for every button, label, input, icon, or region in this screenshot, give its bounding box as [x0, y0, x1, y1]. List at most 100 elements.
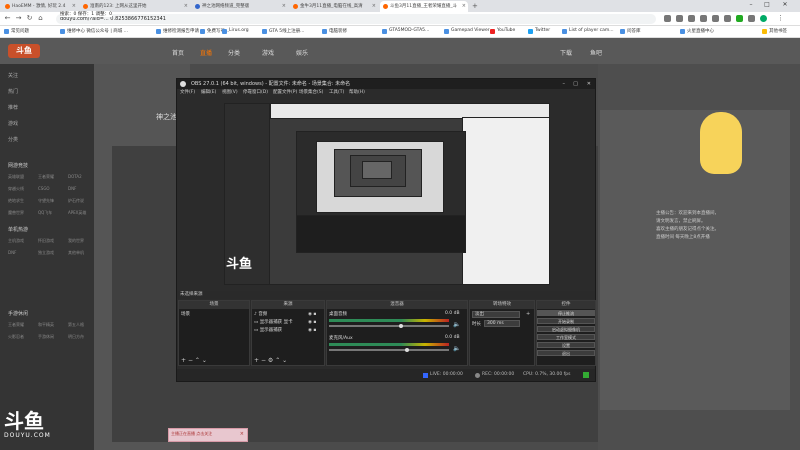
obs-maximize-icon[interactable]: □	[573, 79, 578, 89]
sidebar-item-recommend[interactable]: 推荐	[8, 104, 18, 111]
browser-tab[interactable]: 金牛3月11直播_电脑在线_高清 ×	[290, 1, 378, 12]
url-field[interactable]: douyu.com/?aid=... 0.8253866776152341	[56, 14, 656, 24]
bookmark-item[interactable]: Gamepad Viewer	[444, 28, 490, 34]
sidebar-category-link[interactable]: 火影忍者	[8, 334, 24, 340]
volume-slider[interactable]	[329, 325, 449, 327]
move-up-icon[interactable]: ⌃	[195, 357, 200, 364]
extension-icon[interactable]	[688, 15, 695, 22]
menu-view[interactable]: 视图(V)	[222, 89, 238, 97]
bookmark-item[interactable]: 其他书签	[762, 28, 787, 34]
sidebar-category-link[interactable]: 英雄联盟	[8, 174, 24, 180]
maximize-window-button[interactable]: □	[760, 1, 774, 11]
source-list-item[interactable]: ▭ 显示器捕获	[254, 327, 282, 333]
bookmark-item[interactable]: 维修中心 微信公众号 | 商城 ...	[60, 28, 128, 34]
source-list-item[interactable]: ▭ 显示器捕获 显卡	[254, 319, 293, 325]
menu-scene-collection[interactable]: 场景集合(S)	[299, 89, 323, 97]
bookmark-item[interactable]: Lirus.org	[222, 28, 249, 34]
sidebar-category-link[interactable]: 明日方舟	[68, 334, 84, 340]
close-window-button[interactable]: ✕	[778, 1, 792, 11]
sidebar-category-link[interactable]: DNF	[68, 186, 76, 191]
bookmark-item[interactable]: 维修检测报告申请	[156, 28, 199, 34]
reload-icon[interactable]: ↻	[25, 14, 34, 23]
obs-preview[interactable]: 斗鱼	[224, 103, 550, 285]
sidebar-category-link[interactable]: 王者荣耀	[38, 174, 54, 180]
close-tab-icon[interactable]: ×	[372, 3, 376, 9]
bookmark-item[interactable]: 火星直播中心	[680, 28, 714, 34]
sidebar-category-link[interactable]: 第五人格	[68, 322, 84, 328]
move-up-icon[interactable]: ⌃	[275, 357, 280, 364]
settings-button[interactable]: 设置	[537, 342, 595, 348]
source-list-item[interactable]: ♪ 音频	[254, 311, 267, 317]
remove-source-icon[interactable]: −	[261, 357, 266, 364]
remove-scene-icon[interactable]: −	[188, 357, 193, 364]
lock-icon[interactable]: ▪	[313, 320, 316, 325]
new-tab-icon[interactable]: +	[472, 2, 478, 10]
sidebar-category-link[interactable]: 王者荣耀	[8, 322, 24, 328]
extension-icon[interactable]	[736, 15, 743, 22]
sidebar-category-link[interactable]: QQ飞车	[38, 210, 52, 216]
exit-button[interactable]: 退出	[537, 350, 595, 356]
speaker-icon[interactable]: 🔈	[453, 345, 460, 352]
lock-icon[interactable]: ▪	[313, 328, 316, 333]
nav-games[interactable]: 游戏	[262, 48, 274, 57]
lock-icon[interactable]: ▪	[313, 312, 316, 317]
extension-icon[interactable]	[748, 15, 755, 22]
source-settings-icon[interactable]: ⚙	[268, 357, 273, 364]
sidebar-item-follow[interactable]: 关注	[8, 72, 18, 79]
nav-category[interactable]: 分类	[228, 48, 240, 57]
forward-icon[interactable]: →	[14, 14, 23, 23]
close-tab-icon[interactable]: ×	[184, 3, 188, 9]
sidebar-category-link[interactable]: 和平精英	[38, 322, 54, 328]
add-scene-icon[interactable]: +	[181, 357, 186, 364]
sidebar-category-link[interactable]: 手游休闲	[38, 334, 54, 340]
menu-edit[interactable]: 编辑(E)	[201, 89, 216, 97]
eye-icon[interactable]: ◉ ▪	[308, 319, 316, 327]
menu-dots-icon[interactable]: ⋮	[776, 14, 785, 23]
bookmark-item[interactable]: 问答库	[620, 28, 641, 34]
nav-download[interactable]: 下载	[560, 48, 572, 57]
sidebar-category-link[interactable]: 魔兽世界	[8, 210, 24, 216]
speaker-icon[interactable]: 🔈	[453, 321, 460, 328]
obs-close-icon[interactable]: ✕	[587, 79, 591, 89]
bookmark-item[interactable]: List of player cam...	[562, 28, 614, 34]
browser-tab-active[interactable]: 斗鱼3月11直播_王者荣耀直播_斗 ×	[380, 1, 468, 12]
extension-icon[interactable]	[664, 15, 671, 22]
bookmark-item[interactable]: 常见问题	[4, 28, 29, 34]
sidebar-item-category[interactable]: 分类	[8, 136, 18, 143]
sidebar-category-link[interactable]: 炉石传说	[68, 198, 84, 204]
sidebar-category-link[interactable]: 独立游戏	[38, 250, 54, 256]
nav-fishbar[interactable]: 鱼吧	[590, 48, 602, 57]
extension-icon[interactable]	[676, 15, 683, 22]
start-virtual-camera-button[interactable]: 启动虚拟摄像机	[537, 326, 595, 332]
sidebar-category-link[interactable]: 守望先锋	[38, 198, 54, 204]
menu-help[interactable]: 帮助(H)	[349, 89, 365, 97]
studio-mode-button[interactable]: 工作室模式	[537, 334, 595, 340]
sidebar-category-link[interactable]: APEX英雄	[68, 210, 86, 216]
sidebar-category-link[interactable]: 其他单机	[68, 250, 84, 256]
close-toast-icon[interactable]: ×	[240, 431, 244, 437]
bookmark-item[interactable]: GTA 5线上注册...	[262, 28, 304, 34]
menu-profile[interactable]: 配置文件(P)	[273, 89, 297, 97]
nav-entertainment[interactable]: 娱乐	[296, 48, 308, 57]
close-tab-icon[interactable]: ×	[72, 3, 76, 9]
home-icon[interactable]: ⌂	[36, 14, 45, 23]
profile-avatar-icon[interactable]	[760, 15, 767, 22]
sidebar-category-link[interactable]: 绝地求生	[8, 198, 24, 204]
sidebar-category-link[interactable]: CSGO	[38, 186, 50, 191]
volume-slider-knob[interactable]	[405, 348, 409, 352]
sidebar-item-hot[interactable]: 热门	[8, 88, 18, 95]
eye-icon[interactable]: ◉ ▪	[308, 327, 316, 335]
eye-icon[interactable]: ◉ ▪	[308, 311, 316, 319]
scene-list-item[interactable]: 场景	[181, 311, 190, 317]
duration-spinbox[interactable]: 300 ms	[484, 320, 520, 327]
sidebar-category-link[interactable]: DOTA2	[68, 174, 82, 179]
sidebar-category-link[interactable]: 怀旧游戏	[38, 238, 54, 244]
douyu-logo[interactable]: 斗鱼	[8, 44, 40, 58]
close-tab-icon[interactable]: ×	[462, 3, 466, 9]
sidebar-category-link[interactable]: DNF	[8, 250, 16, 255]
extension-icon[interactable]	[700, 15, 707, 22]
volume-slider-knob[interactable]	[399, 324, 403, 328]
close-tab-icon[interactable]: ×	[282, 3, 286, 9]
sidebar-category-link[interactable]: 穿越火线	[8, 186, 24, 192]
add-transition-icon[interactable]: +	[526, 311, 530, 317]
